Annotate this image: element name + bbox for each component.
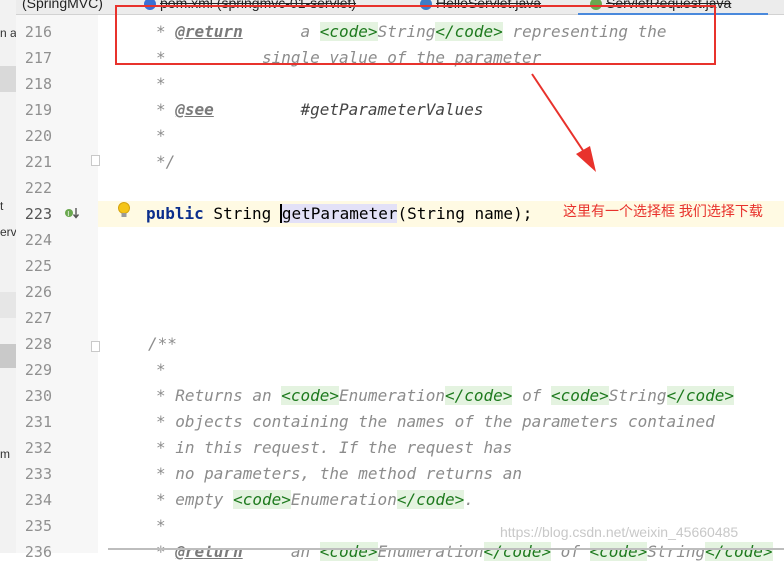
method-name[interactable]: etParameter	[291, 204, 398, 223]
project-panel-fragment: n a	[0, 26, 17, 40]
html-tag: <code>	[319, 542, 378, 561]
code-line-232: * in this request. If the request has	[156, 438, 513, 457]
text-caret: g	[279, 204, 292, 223]
project-panel-row	[0, 292, 16, 318]
annotation-arrow-icon	[531, 73, 596, 172]
code-line-233: * no parameters, the method returns an	[156, 464, 523, 483]
doc-text: of	[512, 386, 551, 405]
doc-text: String	[608, 386, 667, 405]
doc-star: *	[156, 542, 176, 561]
line-number: 227	[24, 309, 52, 327]
doc-text: Enumeration	[290, 490, 397, 509]
doc-text: .	[464, 490, 474, 509]
line-number: 226	[24, 283, 52, 301]
doc-star: *	[156, 100, 176, 119]
line-number: 218	[24, 75, 52, 93]
code-line-234: * empty <code>Enumeration</code>.	[156, 487, 474, 513]
tab-project[interactable]: (SpringMVC)	[22, 0, 103, 13]
line-number: 222	[24, 179, 52, 197]
code-line-223[interactable]: public String getParameter(String name);	[146, 201, 532, 227]
line-number: 228	[24, 335, 52, 353]
html-tag: </code>	[483, 542, 551, 561]
line-number: 231	[24, 413, 52, 431]
html-tag: <code>	[233, 490, 291, 509]
doc-tag: @see	[175, 100, 214, 119]
doc-text: an	[242, 542, 320, 561]
code-line-218: *	[156, 74, 166, 93]
doc-text: * empty	[156, 490, 234, 509]
line-number: 234	[24, 491, 52, 509]
doc-text: Enumeration	[377, 542, 484, 561]
code-line-220: *	[156, 126, 166, 145]
tab-label: (SpringMVC)	[22, 0, 103, 11]
code-line-235: *	[156, 516, 166, 535]
code-line-236: * @return an <code>Enumeration</code> of…	[156, 539, 773, 565]
project-panel-fragment: m	[0, 447, 10, 461]
html-tag: </code>	[445, 386, 513, 405]
code-editor[interactable]: * @return a <code>String</code> represen…	[98, 0, 784, 561]
project-panel-selection	[0, 344, 16, 368]
code-line-219: * @see #getParameterValues	[156, 97, 484, 123]
annotation-highlight-box	[115, 5, 716, 65]
line-number: 221	[24, 153, 52, 171]
code-line-221: */	[156, 152, 176, 171]
line-number: 217	[24, 49, 52, 67]
doc-text: of	[550, 542, 590, 561]
html-tag: <code>	[589, 542, 648, 561]
doc-text: * Returns an	[156, 386, 282, 405]
line-number: 232	[24, 439, 52, 457]
watermark: https://blog.csdn.net/weixin_45660485	[500, 524, 739, 540]
line-number: 225	[24, 257, 52, 275]
line-number: 219	[24, 101, 52, 119]
line-number: 235	[24, 517, 52, 535]
html-tag: </code>	[396, 490, 465, 509]
project-panel-edge: n a t erv m	[0, 0, 17, 553]
line-number: 233	[24, 465, 52, 483]
project-panel-selection	[0, 66, 16, 92]
project-panel-fragment: t	[0, 199, 4, 213]
html-tag: <code>	[550, 386, 609, 405]
implemented-method-icon[interactable]: I	[64, 206, 80, 220]
doc-text: Enumeration	[339, 386, 445, 405]
lightbulb-icon[interactable]	[117, 202, 131, 220]
line-number: 220	[24, 127, 52, 145]
line-number: 223	[24, 205, 52, 223]
line-number: 224	[24, 231, 52, 249]
method-params: (String name);	[397, 204, 533, 223]
svg-text:I: I	[67, 210, 69, 218]
doc-text: String	[647, 542, 706, 561]
editor-gutter: 216 217 218 219 220 221 222 223 224 225 …	[16, 0, 98, 561]
html-tag: </code>	[705, 542, 773, 561]
doc-tag: @return	[175, 542, 243, 561]
html-tag: <code>	[281, 386, 340, 405]
line-number: 216	[24, 23, 52, 41]
annotation-note: 这里有一个选择框 我们选择下载	[563, 203, 763, 219]
code-line-231: * objects containing the names of the pa…	[156, 412, 715, 431]
return-type: String	[203, 204, 281, 223]
code-line-229: *	[156, 360, 166, 379]
keyword-public: public	[146, 204, 204, 223]
html-tag: </code>	[666, 386, 734, 405]
line-number: 236	[24, 543, 52, 561]
code-line-228: /**	[148, 334, 177, 353]
line-number: 229	[24, 361, 52, 379]
project-panel-fragment: erv	[0, 225, 17, 239]
line-number: 230	[24, 387, 52, 405]
doc-text: #getParameterValues	[213, 100, 484, 119]
code-line-230: * Returns an <code>Enumeration</code> of…	[156, 383, 734, 409]
horizontal-scrollbar[interactable]	[108, 548, 784, 550]
